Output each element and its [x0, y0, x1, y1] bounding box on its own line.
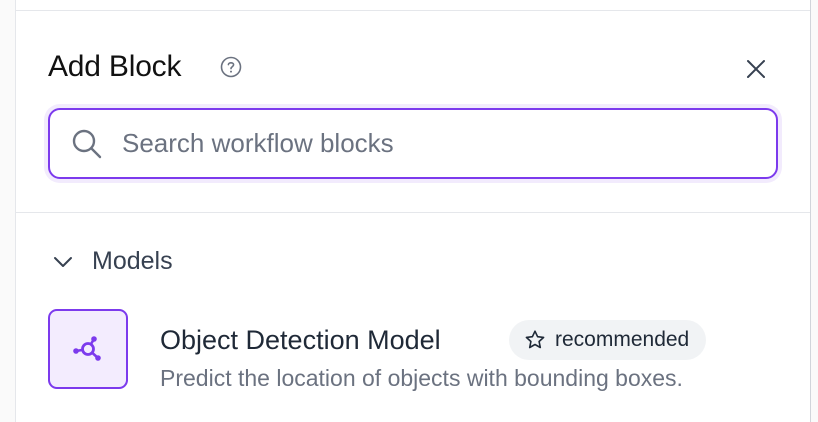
badge-label: recommended	[555, 328, 690, 351]
search-icon	[72, 129, 102, 159]
block-icon-tile	[48, 309, 128, 389]
section-label: Models	[92, 247, 173, 275]
chevron-down-icon	[54, 257, 72, 267]
question-circle-icon[interactable]	[220, 56, 242, 78]
close-icon[interactable]	[742, 55, 770, 83]
block-description: Predict the location of objects with bou…	[160, 365, 683, 391]
search-box[interactable]	[48, 108, 778, 179]
header-divider	[16, 212, 810, 213]
section-header-models[interactable]: Models	[48, 243, 348, 279]
star-icon	[525, 330, 545, 349]
object-detection-icon	[73, 336, 101, 361]
block-title: Object Detection Model	[160, 325, 441, 355]
search-input[interactable]	[122, 122, 742, 164]
block-item-object-detection-model[interactable]: Object Detection Model recommended Predi…	[48, 307, 788, 391]
recommended-badge: recommended	[509, 320, 707, 360]
panel-title: Add Block	[48, 50, 182, 83]
background-canvas-left	[0, 0, 16, 422]
background-canvas-right	[810, 0, 818, 422]
add-block-panel: Add Block Models	[16, 11, 810, 422]
